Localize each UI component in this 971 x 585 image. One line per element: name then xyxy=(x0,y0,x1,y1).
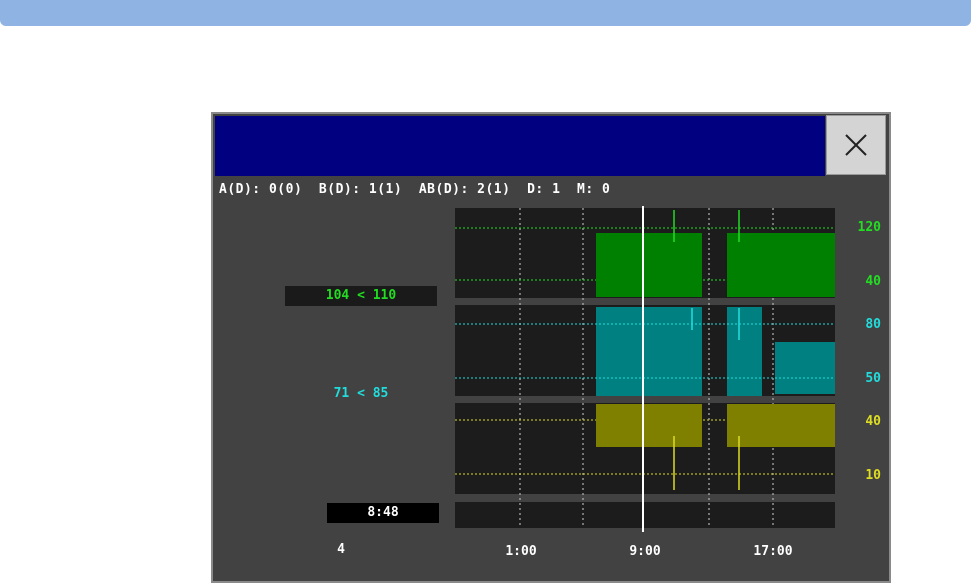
y-tick-label: 120 xyxy=(857,220,881,235)
y-tick-label: 40 xyxy=(865,414,881,429)
yellow-block-1 xyxy=(596,404,702,447)
trend-window: A(D): 0(0) B(D): 1(1) AB(D): 2(1) D: 1 M… xyxy=(211,112,891,583)
cyan-block-2 xyxy=(727,307,762,396)
yellow-block-2 xyxy=(727,404,835,447)
y-tick-label: 40 xyxy=(865,274,881,289)
x-tick-label: 9:00 xyxy=(629,544,661,559)
green-block-1 xyxy=(596,233,702,297)
bottom-panel-bg xyxy=(455,502,835,528)
top-bar xyxy=(0,0,971,26)
cyan-block-3 xyxy=(775,342,835,394)
x-tick-label: 17:00 xyxy=(753,544,793,559)
trend-chart xyxy=(455,206,835,532)
y-tick-label: 80 xyxy=(865,317,881,332)
y-tick-label: 50 xyxy=(865,371,881,386)
y-tick-label: 10 xyxy=(865,468,881,483)
green-block-2 xyxy=(727,233,835,297)
x-tick-label: 1:00 xyxy=(505,544,537,559)
cyan-block-1 xyxy=(596,307,702,396)
